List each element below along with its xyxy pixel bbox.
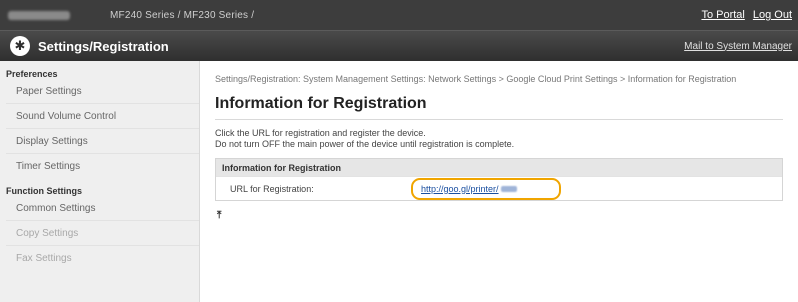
device-name-blurred: [8, 10, 70, 20]
sidebar-item-common-settings[interactable]: Common Settings: [0, 196, 199, 220]
registration-url-text[interactable]: http://goo.gl/printer/: [421, 184, 499, 194]
registration-url-link[interactable]: http://goo.gl/printer/: [411, 177, 561, 200]
sidebar-group-function: Function Settings: [6, 186, 82, 196]
registration-info-table: Information for Registration URL for Reg…: [215, 158, 783, 201]
table-row: URL for Registration: http://goo.gl/prin…: [216, 176, 782, 200]
url-label: URL for Registration:: [230, 183, 314, 194]
url-blurred-suffix: [500, 185, 517, 192]
sidebar: Preferences Paper Settings Sound Volume …: [0, 61, 200, 302]
main-content: Settings/Registration: System Management…: [215, 61, 785, 302]
top-bar: MF240 Series / MF230 Series / To Portal …: [0, 0, 798, 30]
sidebar-group-preferences: Preferences: [6, 69, 58, 79]
device-info: MF240 Series / MF230 Series /: [0, 0, 254, 30]
page-title: Information for Registration: [215, 95, 783, 120]
sidebar-item-display-settings[interactable]: Display Settings: [0, 129, 199, 153]
title-bar: ✱ Settings/Registration Mail to System M…: [0, 30, 798, 61]
table-header: Information for Registration: [216, 159, 782, 176]
sidebar-item-copy-settings[interactable]: Copy Settings: [0, 221, 199, 245]
to-top-icon[interactable]: ⤒: [217, 210, 785, 221]
page-section-title: Settings/Registration: [38, 38, 169, 54]
mail-system-manager-link[interactable]: Mail to System Manager: [684, 41, 792, 52]
description-line-1: Click the URL for registration and regis…: [215, 128, 426, 138]
sidebar-item-sound-volume[interactable]: Sound Volume Control: [0, 104, 199, 128]
title-group: ✱ Settings/Registration: [10, 36, 169, 56]
sidebar-item-fax-settings[interactable]: Fax Settings: [0, 246, 199, 270]
log-out-link[interactable]: Log Out: [753, 9, 792, 21]
sidebar-item-paper-settings[interactable]: Paper Settings: [0, 79, 199, 103]
device-model: MF240 Series / MF230 Series /: [110, 9, 255, 21]
to-portal-link[interactable]: To Portal: [701, 9, 744, 21]
description-line-2: Do not turn OFF the main power of the de…: [215, 139, 515, 149]
gear-icon: ✱: [10, 36, 30, 56]
sidebar-item-timer-settings[interactable]: Timer Settings: [0, 154, 199, 178]
breadcrumb: Settings/Registration: System Management…: [215, 74, 737, 84]
top-links: To Portal Log Out: [701, 9, 792, 21]
